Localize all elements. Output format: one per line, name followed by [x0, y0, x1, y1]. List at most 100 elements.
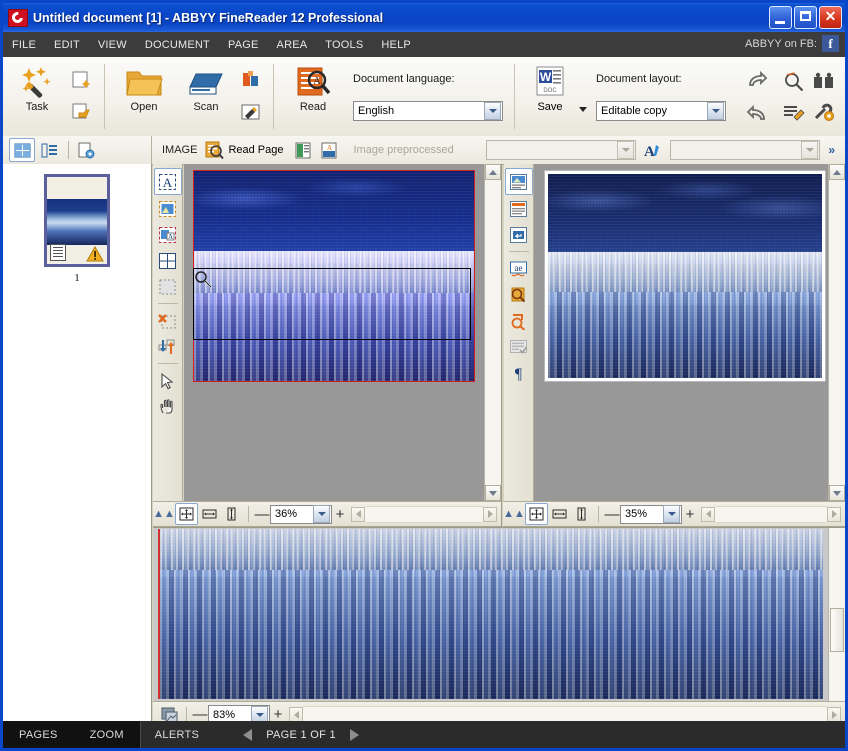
text-view-icon[interactable]	[506, 196, 532, 221]
image-area-tool[interactable]	[155, 196, 181, 221]
selection-rectangle[interactable]	[193, 268, 471, 340]
redo-icon[interactable]	[746, 63, 768, 97]
slider-right-button[interactable]	[483, 506, 497, 522]
slider-right-button[interactable]	[827, 506, 841, 522]
image-pane[interactable]	[184, 164, 502, 501]
zoom-pane[interactable]	[153, 527, 845, 701]
line-break-icon[interactable]	[506, 222, 532, 247]
text-zoom-slider[interactable]	[701, 505, 841, 523]
text-zoom-select[interactable]: 35%	[620, 504, 682, 524]
image-zoom-select[interactable]: 36%	[270, 504, 332, 524]
font-size-select[interactable]	[670, 140, 821, 160]
minimize-icon[interactable]	[769, 6, 792, 29]
paragraph-marks-icon[interactable]: ¶	[506, 360, 532, 385]
slider-right-button[interactable]	[827, 707, 841, 722]
collapse-chevron-icon[interactable]: ▲▲	[153, 508, 175, 520]
scan-button[interactable]: Scan	[175, 61, 237, 113]
find-previous-icon[interactable]	[506, 282, 532, 307]
previous-page-arrow[interactable]	[243, 728, 253, 741]
slider-left-button[interactable]	[351, 506, 365, 522]
image-and-text-view-icon[interactable]	[504, 168, 533, 195]
pointer-tool[interactable]	[155, 368, 181, 393]
document-layout-select[interactable]: Editable copy	[596, 100, 726, 121]
menu-page[interactable]: PAGE	[219, 35, 268, 55]
edit-image-icon[interactable]	[237, 99, 265, 125]
task-button[interactable]: Task	[6, 61, 68, 113]
menu-help[interactable]: HELP	[372, 35, 420, 55]
zoom-out-button[interactable]: —	[604, 506, 620, 523]
chevron-down-icon[interactable]	[707, 101, 724, 120]
slider-track[interactable]	[365, 505, 483, 523]
spelling-icon[interactable]: ae	[506, 256, 532, 281]
status-tab-pages[interactable]: PAGES	[3, 721, 74, 748]
text-pane-scrollbar[interactable]	[828, 164, 845, 501]
slider-track[interactable]	[715, 505, 827, 523]
compare-documents-icon[interactable]	[809, 67, 839, 97]
close-icon[interactable]: ✕	[819, 6, 842, 29]
read-button[interactable]: A Read	[282, 61, 344, 113]
layout-view-icon[interactable]	[9, 138, 35, 162]
scroll-up-button[interactable]	[485, 164, 501, 180]
background-image-area-tool[interactable]: A	[155, 222, 181, 247]
hand-tool[interactable]	[155, 394, 181, 419]
font-format-icon[interactable]: A	[640, 139, 664, 161]
status-tab-zoom[interactable]: ZOOM	[73, 721, 140, 748]
toolbar-overflow-button[interactable]: »	[824, 143, 839, 157]
slider-left-button[interactable]	[289, 707, 303, 722]
menu-document[interactable]: DOCUMENT	[136, 35, 219, 55]
menu-file[interactable]: FILE	[3, 35, 45, 55]
next-page-arrow[interactable]	[349, 728, 359, 741]
image-zoom-slider[interactable]	[351, 505, 497, 523]
delete-area-tool[interactable]	[155, 308, 181, 333]
open-document-icon[interactable]	[68, 99, 96, 125]
zoom-in-button[interactable]: +	[332, 506, 348, 523]
options-wrench-icon[interactable]	[809, 97, 839, 127]
new-document-icon[interactable]	[68, 67, 96, 93]
facebook-icon[interactable]: f	[822, 35, 839, 52]
fit-height-icon[interactable]	[571, 504, 592, 524]
save-dropdown-arrow[interactable]	[579, 107, 587, 112]
document-language-select[interactable]: English	[353, 100, 503, 121]
chevron-down-icon[interactable]	[801, 141, 819, 159]
status-alerts-label[interactable]: ALERTS	[141, 729, 213, 741]
find-next-icon[interactable]	[506, 308, 532, 333]
verify-text-icon[interactable]	[779, 97, 809, 127]
chevron-down-icon[interactable]	[484, 101, 501, 120]
spellcheck-icon[interactable]	[779, 67, 809, 97]
page-thumbnail[interactable]	[44, 174, 110, 267]
zoom-pane-scrollbar[interactable]	[828, 528, 845, 701]
read-page-button[interactable]: Read Page	[205, 141, 284, 159]
undo-icon[interactable]	[746, 97, 768, 131]
open-button[interactable]: Open	[113, 61, 175, 113]
social-link[interactable]: ABBYY on FB: f	[745, 35, 839, 52]
image-pane-scrollbar[interactable]	[484, 164, 501, 501]
chevron-down-icon[interactable]	[617, 141, 635, 159]
zoom-in-button[interactable]: +	[682, 506, 698, 523]
verify-icon[interactable]	[506, 334, 532, 359]
maximize-icon[interactable]	[794, 6, 817, 29]
fit-width-icon[interactable]	[549, 504, 570, 524]
scrollbar-thumb[interactable]	[830, 608, 844, 652]
chevron-down-icon[interactable]	[313, 505, 330, 523]
scroll-up-button[interactable]	[829, 164, 845, 180]
table-area-tool[interactable]	[155, 248, 181, 273]
fit-height-icon[interactable]	[221, 504, 242, 524]
text-pane[interactable]	[534, 164, 845, 501]
text-area-tool[interactable]: A	[153, 168, 182, 195]
font-name-select[interactable]	[486, 140, 637, 160]
reorder-areas-tool[interactable]	[155, 334, 181, 359]
scroll-down-button[interactable]	[829, 485, 845, 501]
collapse-chevron-icon[interactable]: ▲▲	[503, 508, 525, 520]
menu-tools[interactable]: TOOLS	[316, 35, 372, 55]
fit-page-icon[interactable]	[525, 503, 548, 525]
scroll-down-button[interactable]	[485, 485, 501, 501]
split-page-icon[interactable]	[292, 139, 316, 161]
preprocess-image-icon[interactable]: A	[318, 139, 342, 161]
slider-left-button[interactable]	[701, 506, 715, 522]
chevron-down-icon[interactable]	[663, 505, 680, 523]
page-options-icon[interactable]	[74, 139, 98, 161]
zoom-out-button[interactable]: —	[254, 506, 270, 523]
scan-options-icon[interactable]	[237, 67, 265, 93]
menu-area[interactable]: AREA	[268, 35, 317, 55]
fit-page-icon[interactable]	[175, 503, 198, 525]
